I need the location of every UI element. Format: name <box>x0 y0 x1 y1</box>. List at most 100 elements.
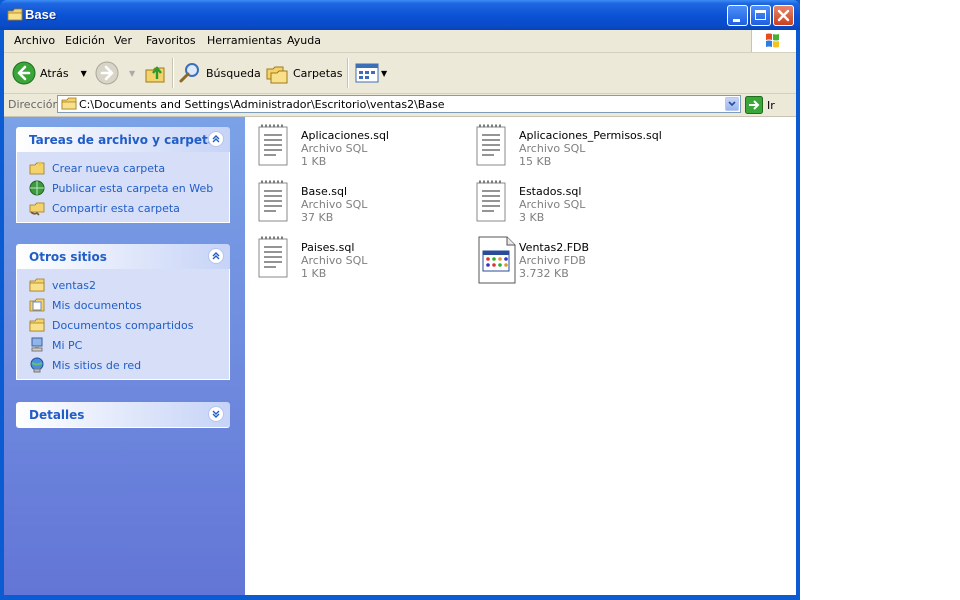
menu-ayuda[interactable]: Ayuda <box>287 34 321 47</box>
menu-herramientas[interactable]: Herramientas <box>207 34 282 47</box>
file-type: Archivo SQL <box>519 142 586 155</box>
back-button[interactable]: Atrás ▼ <box>12 61 87 85</box>
toolbar-separator <box>172 58 174 88</box>
file-item[interactable]: Aplicaciones.sql Archivo SQL 1 KB <box>249 121 459 173</box>
other-places-header[interactable]: Otros sitios <box>16 244 230 269</box>
file-item[interactable]: Paises.sql Archivo SQL 1 KB <box>249 233 459 285</box>
new-folder-icon <box>29 161 45 175</box>
close-icon <box>777 9 790 22</box>
folders-button[interactable]: Carpetas <box>265 61 342 85</box>
file-item[interactable]: Estados.sql Archivo SQL 3 KB <box>467 177 677 229</box>
place-ventas2[interactable]: ventas2 <box>17 275 229 295</box>
file-item[interactable]: Ventas2.FDB Archivo FDB 3.732 KB <box>467 233 677 285</box>
up-folder-icon <box>145 66 165 83</box>
place-my-documents[interactable]: Mis documentos <box>17 295 229 315</box>
menu-archivo[interactable]: Archivo <box>14 34 55 47</box>
minimize-button[interactable] <box>727 5 748 26</box>
file-size: 3.732 KB <box>519 267 569 280</box>
address-label: Dirección <box>8 98 60 111</box>
search-icon <box>179 63 199 83</box>
place-label: Mis documentos <box>52 298 142 312</box>
file-tasks-header[interactable]: Tareas de archivo y carpeta <box>16 127 230 152</box>
folders-icon <box>266 66 288 84</box>
toolbar-separator <box>347 58 349 88</box>
file-size: 3 KB <box>519 211 545 224</box>
folder-icon <box>29 278 45 292</box>
back-arrow-icon <box>12 61 36 85</box>
place-label: Mis sitios de red <box>52 358 142 372</box>
file-type: Archivo SQL <box>519 198 586 211</box>
forward-dropdown-icon: ▼ <box>129 68 136 78</box>
file-name: Base.sql <box>301 185 348 198</box>
task-new-folder[interactable]: Crear nueva carpeta <box>17 158 229 178</box>
details-panel: Detalles <box>16 402 230 428</box>
go-button[interactable]: Ir <box>745 96 775 114</box>
views-icon <box>355 63 379 83</box>
search-label: Búsqueda <box>206 66 261 80</box>
sql-file-icon <box>476 124 506 166</box>
publish-web-icon <box>29 180 45 196</box>
collapse-icon[interactable] <box>208 131 224 147</box>
file-name: Aplicaciones.sql <box>301 129 389 142</box>
up-folder-button[interactable] <box>143 61 167 85</box>
my-documents-icon <box>29 298 45 312</box>
windows-logo <box>751 30 796 52</box>
place-network[interactable]: Mis sitios de red <box>17 355 229 375</box>
place-my-computer[interactable]: Mi PC <box>17 335 229 355</box>
window-border <box>796 30 800 600</box>
share-folder-icon <box>29 202 45 216</box>
collapse-icon[interactable] <box>208 248 224 264</box>
maximize-icon <box>755 10 766 20</box>
file-name: Ventas2.FDB <box>519 241 590 254</box>
task-publish-web[interactable]: Publicar esta carpeta en Web <box>17 178 229 198</box>
file-type: Archivo FDB <box>519 254 586 267</box>
file-item[interactable]: Base.sql Archivo SQL 37 KB <box>249 177 459 229</box>
go-label: Ir <box>767 98 775 112</box>
task-label: Compartir esta carpeta <box>52 201 180 215</box>
task-label: Publicar esta carpeta en Web <box>52 181 214 195</box>
place-label: Documentos compartidos <box>52 318 194 332</box>
sql-file-icon <box>476 180 506 222</box>
search-button[interactable]: Búsqueda <box>178 61 261 85</box>
address-dropdown-button[interactable] <box>725 97 739 111</box>
title-bar[interactable]: Base <box>0 0 800 30</box>
file-size: 15 KB <box>519 155 552 168</box>
menu-ver[interactable]: Ver <box>114 34 132 47</box>
address-path: C:\Documents and Settings\Administrador\… <box>79 98 445 111</box>
task-share-folder[interactable]: Compartir esta carpeta <box>17 198 229 218</box>
views-button[interactable]: ▼ <box>355 61 387 85</box>
close-button[interactable] <box>773 5 794 26</box>
window-title: Base <box>25 7 57 22</box>
toolbar: Atrás ▼ ▼ Búsqueda Carpetas ▼ <box>4 53 796 94</box>
forward-button[interactable]: ▼ <box>95 61 135 85</box>
chevron-down-icon <box>728 101 736 107</box>
back-dropdown-icon[interactable]: ▼ <box>81 69 87 78</box>
file-name: Aplicaciones_Permisos.sql <box>519 129 662 142</box>
place-shared-documents[interactable]: Documentos compartidos <box>17 315 229 335</box>
menu-bar: Archivo Edición Ver Favoritos Herramient… <box>4 30 796 53</box>
expand-icon[interactable] <box>208 406 224 422</box>
menu-favoritos[interactable]: Favoritos <box>146 34 196 47</box>
details-header[interactable]: Detalles <box>16 402 230 428</box>
file-size: 1 KB <box>301 155 327 168</box>
minimize-icon <box>733 19 740 22</box>
address-bar: Dirección C:\Documents and Settings\Admi… <box>4 94 796 117</box>
views-dropdown-icon: ▼ <box>381 68 388 78</box>
address-input[interactable]: C:\Documents and Settings\Administrador\… <box>57 95 741 113</box>
details-title: Detalles <box>29 408 85 422</box>
file-tasks-panel: Tareas de archivo y carpeta Crear nueva … <box>16 127 230 223</box>
network-places-icon <box>30 357 44 373</box>
other-places-title: Otros sitios <box>29 250 107 264</box>
go-arrow-icon <box>745 96 763 114</box>
task-label: Crear nueva carpeta <box>52 161 166 175</box>
file-name: Paises.sql <box>301 241 355 254</box>
file-item[interactable]: Aplicaciones_Permisos.sql Archivo SQL 15… <box>467 121 677 173</box>
file-type: Archivo SQL <box>301 198 368 211</box>
folders-label: Carpetas <box>293 66 343 80</box>
file-type: Archivo SQL <box>301 142 368 155</box>
maximize-button[interactable] <box>750 5 771 26</box>
menu-edicion[interactable]: Edición <box>65 34 105 47</box>
explorer-window: Base Archivo Edición Ver Favoritos Herra… <box>0 0 800 600</box>
my-computer-icon <box>31 337 43 352</box>
folder-icon <box>7 8 23 25</box>
